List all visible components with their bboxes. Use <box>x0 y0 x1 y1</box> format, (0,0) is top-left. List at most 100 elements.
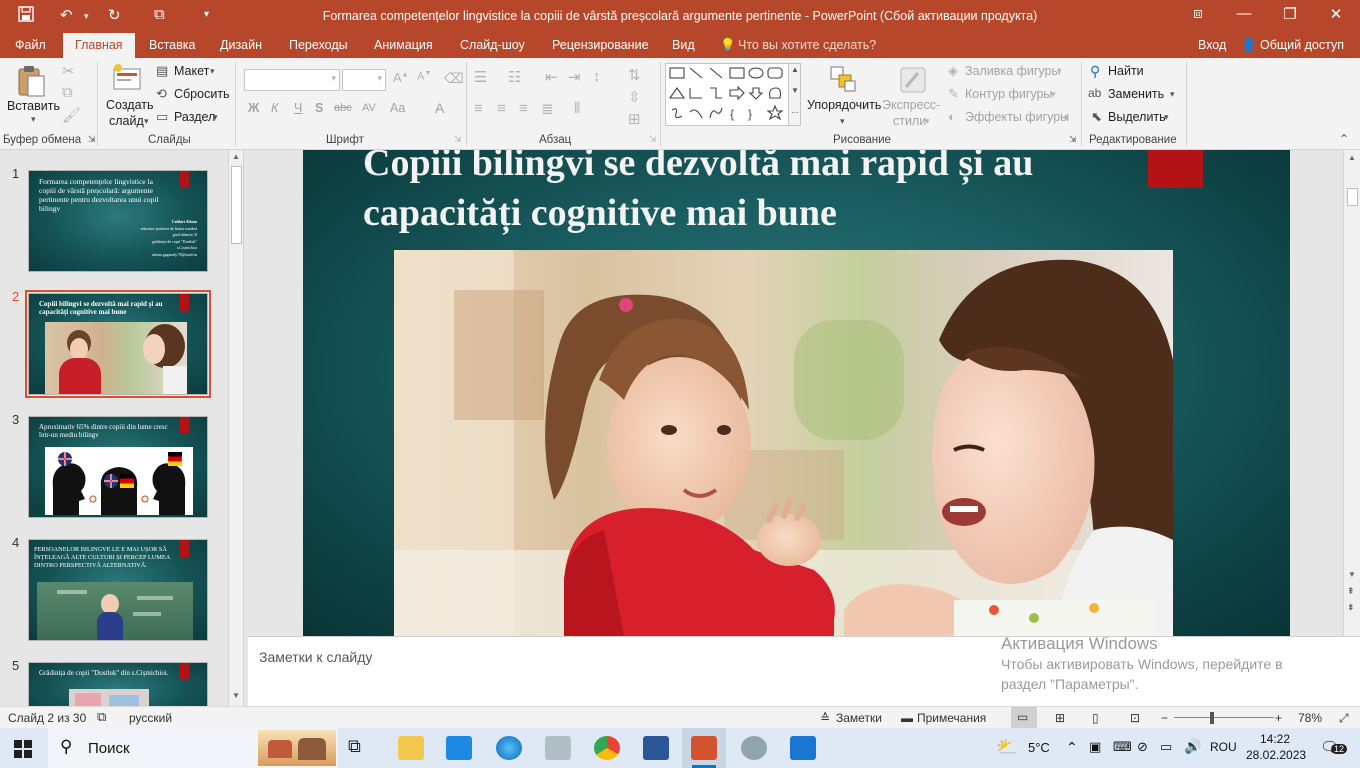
start-icon[interactable] <box>14 740 32 761</box>
smartart-icon[interactable]: ⊞ <box>628 110 641 128</box>
edge-icon[interactable] <box>496 736 522 760</box>
volume-icon[interactable]: 🔊 <box>1184 738 1201 755</box>
numbering-icon[interactable]: ☷ <box>508 68 521 86</box>
tab-file[interactable]: Файл <box>15 38 46 52</box>
slide-thumbnail-4[interactable]: PERSOANELOR BILINGVE LE E MAI UȘOR SĂ ÎN… <box>28 539 208 641</box>
tab-view[interactable]: Вид <box>672 38 695 52</box>
shapes-gallery-scroll[interactable]: ▲ ▼ ⋯ <box>788 63 801 126</box>
paste-button[interactable]: Вставить <box>7 99 60 113</box>
quick-styles-icon[interactable] <box>898 65 928 98</box>
tab-review[interactable]: Рецензирование <box>552 38 649 52</box>
tray-device-icon[interactable]: ⌨ <box>1113 739 1132 755</box>
comments-icon[interactable]: ▬ <box>901 711 913 725</box>
bold-button[interactable]: Ж <box>248 101 259 115</box>
clock-date[interactable]: 28.02.2023 <box>1246 748 1306 762</box>
char-spacing-button[interactable]: AV <box>362 102 376 114</box>
weather-icon[interactable]: ⛅ <box>996 737 1018 758</box>
close-button[interactable]: ✕ <box>1321 5 1351 23</box>
zoom-out-button[interactable]: − <box>1161 711 1168 725</box>
next-slide-icon[interactable]: ⇟ <box>1347 602 1355 613</box>
quick-styles-button-line2[interactable]: стили <box>893 114 926 128</box>
line-spacing-icon[interactable]: ↕ <box>593 68 601 85</box>
paint-icon[interactable] <box>741 736 767 760</box>
shape-effects-button[interactable]: Эффекты фигуры <box>965 110 1069 124</box>
tab-transitions[interactable]: Переходы <box>289 38 348 52</box>
section-dropdown-icon[interactable]: ▾ <box>213 112 218 123</box>
snipping-tool-icon[interactable] <box>545 736 571 760</box>
underline-button[interactable]: Ч <box>294 101 302 115</box>
slide-sorter-icon[interactable]: ⊞ <box>1055 711 1065 725</box>
notes-toggle-icon[interactable]: ≙ <box>820 711 830 725</box>
arrange-icon[interactable] <box>829 65 857 96</box>
weather-temperature[interactable]: 5°C <box>1028 740 1050 755</box>
new-slide-dropdown-icon[interactable]: ▾ <box>144 116 149 127</box>
align-left-icon[interactable]: ≡ <box>474 100 483 117</box>
shape-fill-button[interactable]: Заливка фигуры <box>965 64 1060 78</box>
shadow-button[interactable]: S <box>315 101 323 115</box>
scroll-down-icon[interactable]: ▼ <box>232 691 240 700</box>
paragraph-launcher-icon[interactable]: ⇲ <box>649 134 657 145</box>
replace-dropdown-icon[interactable]: ▾ <box>1170 89 1175 100</box>
slide-thumbnail-2[interactable]: Copiii bilingvi se dezvoltă mai rapid și… <box>28 293 208 395</box>
reset-button[interactable]: Сбросить <box>174 87 230 101</box>
font-color-icon[interactable]: A <box>435 100 444 116</box>
font-launcher-icon[interactable]: ⇲ <box>454 134 462 145</box>
italic-button[interactable]: К <box>271 101 278 115</box>
language-indicator[interactable]: русский <box>129 711 172 725</box>
slideshow-view-icon[interactable]: ⊡ <box>1130 711 1140 725</box>
slide-photo[interactable] <box>394 250 1173 636</box>
shape-outline-button[interactable]: Контур фигуры <box>965 87 1052 101</box>
cut-icon[interactable]: ✂ <box>62 62 75 80</box>
powerpoint-icon[interactable] <box>691 736 717 760</box>
align-right-icon[interactable]: ≡ <box>519 100 528 117</box>
chrome-icon[interactable] <box>594 736 620 760</box>
select-dropdown-icon[interactable]: ▾ <box>1164 112 1169 123</box>
scroll-up-icon[interactable]: ▲ <box>1348 153 1356 162</box>
select-button[interactable]: Выделить <box>1108 110 1166 124</box>
clear-formatting-icon[interactable]: ⌫ <box>444 70 464 87</box>
strikethrough-button[interactable]: abc <box>334 102 352 114</box>
tab-slideshow[interactable]: Слайд-шоу <box>460 38 525 52</box>
store-icon[interactable] <box>446 736 472 760</box>
reading-view-icon[interactable]: ▯ <box>1092 711 1099 725</box>
slide-title[interactable]: Copiii bilingvi se dezvoltă mai rapid și… <box>363 150 1123 238</box>
file-explorer-icon[interactable] <box>398 736 424 760</box>
quick-styles-button[interactable]: Экспресс- <box>882 98 940 112</box>
change-case-button[interactable]: Aa <box>390 101 405 115</box>
new-slide-icon[interactable] <box>112 63 142 96</box>
justify-icon[interactable]: ≣ <box>541 100 554 118</box>
decrease-font-icon[interactable]: A▼ <box>417 70 431 83</box>
taskbar-search[interactable]: ⚲ Поиск <box>48 728 338 768</box>
scroll-up-icon[interactable]: ▲ <box>232 152 240 161</box>
input-language[interactable]: ROU <box>1210 740 1237 754</box>
arrange-dropdown-icon[interactable]: ▾ <box>840 116 845 127</box>
tab-insert[interactable]: Вставка <box>149 38 195 52</box>
slide-thumbnail-5[interactable]: Grădinița de copii "Dostluk" din s.Cișmi… <box>28 662 208 706</box>
arrange-button[interactable]: Упорядочить <box>807 98 881 112</box>
collapse-ribbon-icon[interactable]: ⌃ <box>1339 132 1349 146</box>
editor-scrollbar[interactable]: ▲ ▼ ⇞ ⇟ <box>1343 150 1360 636</box>
notes-placeholder[interactable]: Заметки к слайду <box>259 649 372 665</box>
columns-icon[interactable]: ⫴ <box>574 100 580 117</box>
bullets-icon[interactable]: ☰ <box>474 68 487 86</box>
slide-thumbnail-1[interactable]: Formarea competențelor lingvistice la co… <box>28 170 208 272</box>
tab-animations[interactable]: Анимация <box>374 38 433 52</box>
replace-button[interactable]: Заменить <box>1108 87 1164 101</box>
notes-toggle-button[interactable]: Заметки <box>836 711 882 725</box>
increase-indent-icon[interactable]: ⇥ <box>568 68 581 86</box>
paste-icon[interactable] <box>16 64 46 101</box>
zoom-in-button[interactable]: + <box>1275 711 1282 725</box>
word-icon[interactable] <box>643 736 669 760</box>
tab-design[interactable]: Дизайн <box>220 38 262 52</box>
photos-icon[interactable] <box>790 736 816 760</box>
shapes-gallery[interactable]: { } <box>665 63 801 126</box>
show-hidden-icons[interactable]: ⌃ <box>1066 739 1078 756</box>
font-name-combo[interactable]: ▾ <box>244 69 340 91</box>
copy-icon[interactable]: ⧉ <box>62 84 73 101</box>
paste-dropdown-icon[interactable]: ▾ <box>31 114 36 125</box>
tell-me-search[interactable]: Что вы хотите сделать? <box>738 38 876 52</box>
slide-thumbnail-3[interactable]: Aproximativ 65% dintre copiii din lume c… <box>28 416 208 518</box>
ribbon-display-options-icon[interactable]: ⧈ <box>1183 5 1213 22</box>
clipboard-launcher-icon[interactable]: ⇲ <box>88 134 96 145</box>
zoom-slider-knob[interactable] <box>1209 712 1214 724</box>
